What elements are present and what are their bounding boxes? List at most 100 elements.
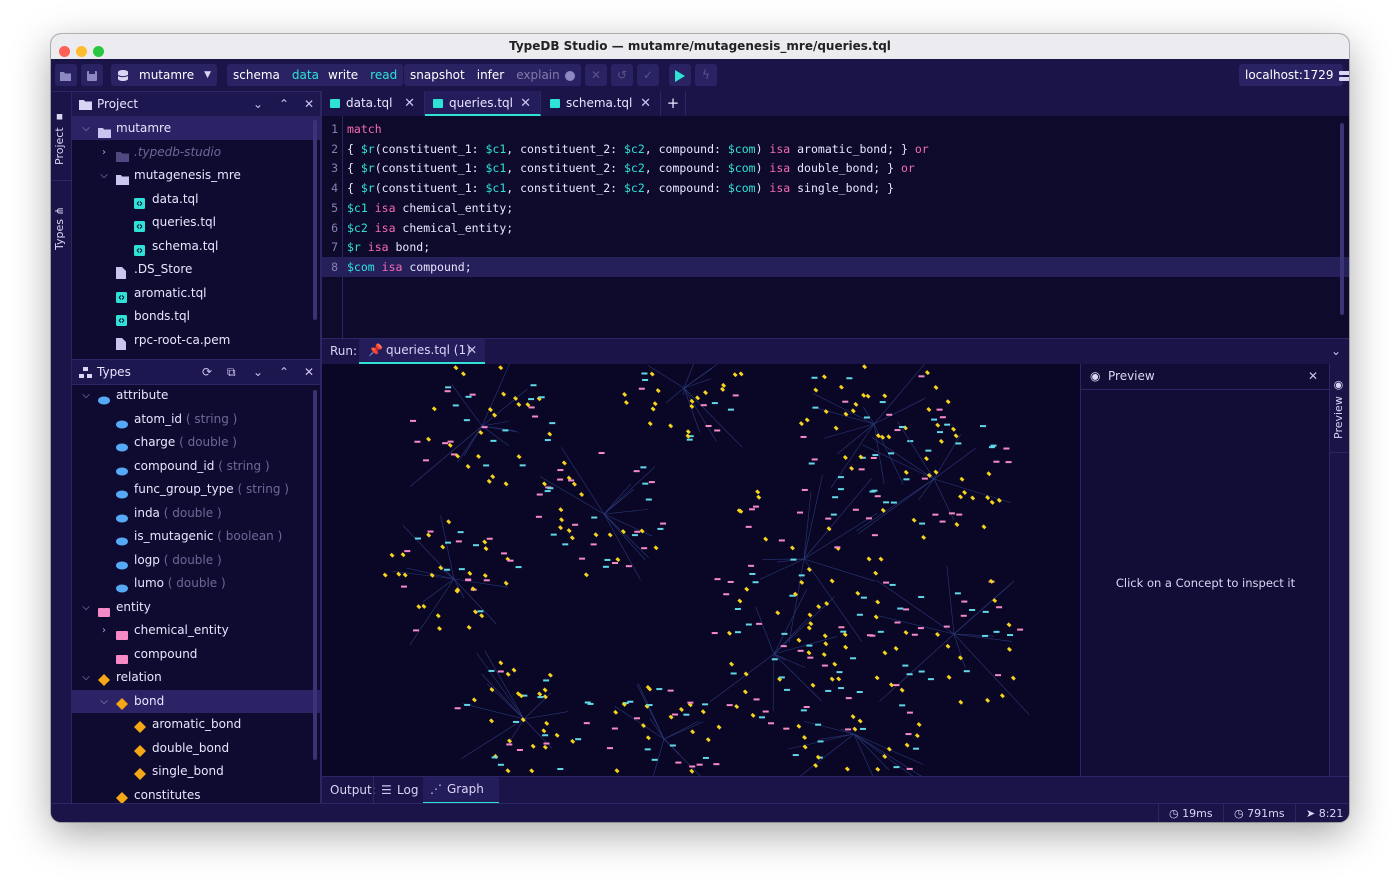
relation-node[interactable] [789,545,795,551]
relation-node[interactable] [503,580,509,586]
relation-node[interactable] [954,522,960,527]
chevron-down-icon[interactable]: ⌵ [80,596,92,619]
relation-node[interactable] [926,407,932,412]
entity-node[interactable] [535,515,542,518]
attribute-node[interactable] [913,747,920,750]
chevron-right-icon[interactable]: › [98,141,110,164]
relation-node[interactable] [483,546,489,552]
open-folder-button[interactable] [55,64,77,86]
entity-node[interactable] [705,424,712,427]
relation-node[interactable] [755,489,761,495]
relation-node[interactable] [655,388,661,394]
relation-node[interactable] [479,613,485,619]
entity-node[interactable] [753,505,760,508]
relation-node[interactable] [866,556,872,562]
graph-cluster[interactable] [798,364,956,493]
relation-node[interactable] [614,768,620,774]
attribute-node[interactable] [584,701,591,704]
entity-node[interactable] [906,711,913,714]
attribute-node[interactable] [414,537,421,540]
relation-node[interactable] [992,598,998,604]
entity-node[interactable] [1017,628,1024,631]
attribute-node[interactable] [602,565,609,568]
relation-node[interactable] [489,718,494,724]
attribute-node[interactable] [683,713,690,716]
entity-node[interactable] [917,627,924,630]
relation-node[interactable] [467,570,473,576]
code-line[interactable]: 2 { $r(constituent_1: $c1, constituent_2:… [322,139,1349,159]
type-item[interactable]: single_bond [72,760,320,783]
entity-node[interactable] [400,585,407,588]
close-transaction-button[interactable]: ✕ [585,64,607,86]
relation-node[interactable] [775,610,781,616]
relation-node[interactable] [416,604,422,610]
attribute-node[interactable] [963,670,970,673]
attribute-node[interactable] [955,442,962,445]
entity-node[interactable] [713,763,720,766]
entity-node[interactable] [797,649,804,652]
server-connection-button[interactable]: localhost:1729 [1239,64,1349,86]
entity-node[interactable] [711,632,718,635]
relation-node[interactable] [505,671,511,677]
entity-node[interactable] [995,674,1002,677]
relation-node[interactable] [489,687,495,693]
relation-node[interactable] [824,601,830,607]
attribute-node[interactable] [836,671,843,674]
attribute-node[interactable] [800,709,807,712]
relation-node[interactable] [472,609,478,615]
attribute-node[interactable] [457,531,464,534]
relation-node[interactable] [558,525,564,531]
entity-node[interactable] [611,562,618,565]
attribute-node[interactable] [452,404,459,407]
attribute-node[interactable] [918,596,925,599]
type-item[interactable]: charge ( double ) [72,431,320,454]
entity-node[interactable] [672,713,679,716]
relation-node[interactable] [465,464,471,470]
attribute-node[interactable] [528,398,535,401]
relation-node[interactable] [593,532,599,538]
relation-node[interactable] [921,534,927,540]
attribute-node[interactable] [771,658,778,661]
rail-project-tab[interactable]: Project ▪ [53,106,69,170]
entity-node[interactable] [838,626,845,629]
entity-node[interactable] [598,452,605,455]
attribute-node[interactable] [544,490,551,493]
entity-node[interactable] [414,440,421,443]
entity-node[interactable] [871,534,878,537]
entity-node[interactable] [687,701,694,704]
attribute-node[interactable] [465,395,472,398]
entity-node[interactable] [960,614,967,617]
graph-cluster[interactable] [382,515,522,645]
attribute-node[interactable] [825,689,832,692]
relation-node[interactable] [653,545,659,551]
relation-node[interactable] [911,517,917,523]
relation-node[interactable] [899,687,905,693]
attribute-node[interactable] [657,527,664,530]
entity-node[interactable] [883,581,890,584]
entity-node[interactable] [865,517,872,520]
entity-node[interactable] [500,552,507,555]
relation-node[interactable] [400,552,406,558]
attribute-node[interactable] [550,533,557,536]
entity-node[interactable] [633,470,640,473]
attribute-node[interactable] [519,464,526,467]
zoom-window-button[interactable] [93,46,104,57]
relation-node[interactable] [903,630,909,636]
relation-node[interactable] [498,365,504,371]
relation-node[interactable] [886,746,892,752]
relation-node[interactable] [431,406,437,412]
relation-node[interactable] [554,732,560,738]
attribute-node[interactable] [781,632,788,635]
relation-node[interactable] [962,490,968,495]
relation-node[interactable] [850,714,856,720]
relation-node[interactable] [862,364,868,370]
attribute-node[interactable] [734,608,741,611]
entity-node[interactable] [634,717,641,720]
entity-node[interactable] [921,477,928,480]
relation-node[interactable] [689,398,695,404]
export-icon[interactable]: ⧉ [227,360,236,384]
attribute-node[interactable] [879,401,886,404]
entity-node[interactable] [852,508,859,511]
relation-node[interactable] [579,492,585,497]
attribute-node[interactable] [497,763,504,766]
